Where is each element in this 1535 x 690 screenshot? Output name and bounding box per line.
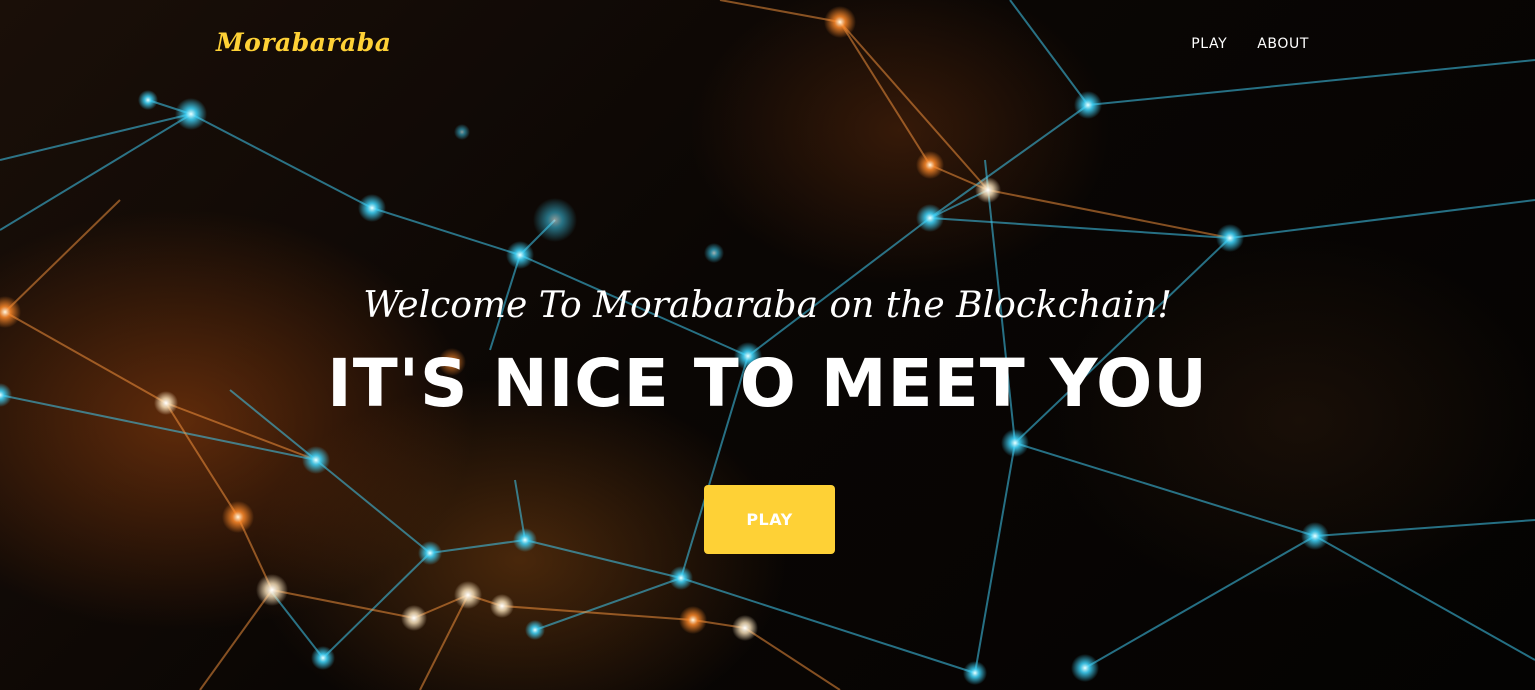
intro-text: Welcome To Morabaraba on the Blockchain!… <box>0 285 1535 421</box>
nav-links: PLAY ABOUT <box>1191 36 1309 52</box>
hero-section: Morabaraba PLAY ABOUT Welcome To Morabar… <box>0 0 1535 690</box>
intro-lead-in: Welcome To Morabaraba on the Blockchain! <box>363 285 1172 326</box>
top-navbar: Morabaraba PLAY ABOUT <box>0 0 1535 92</box>
nav-link-about[interactable]: ABOUT <box>1257 36 1309 52</box>
brand-logo-link[interactable]: Morabaraba <box>216 28 391 57</box>
nav-link-play[interactable]: PLAY <box>1191 36 1227 52</box>
play-button[interactable]: PLAY <box>704 485 835 554</box>
intro-heading: IT'S NICE TO MEET YOU <box>327 345 1208 422</box>
